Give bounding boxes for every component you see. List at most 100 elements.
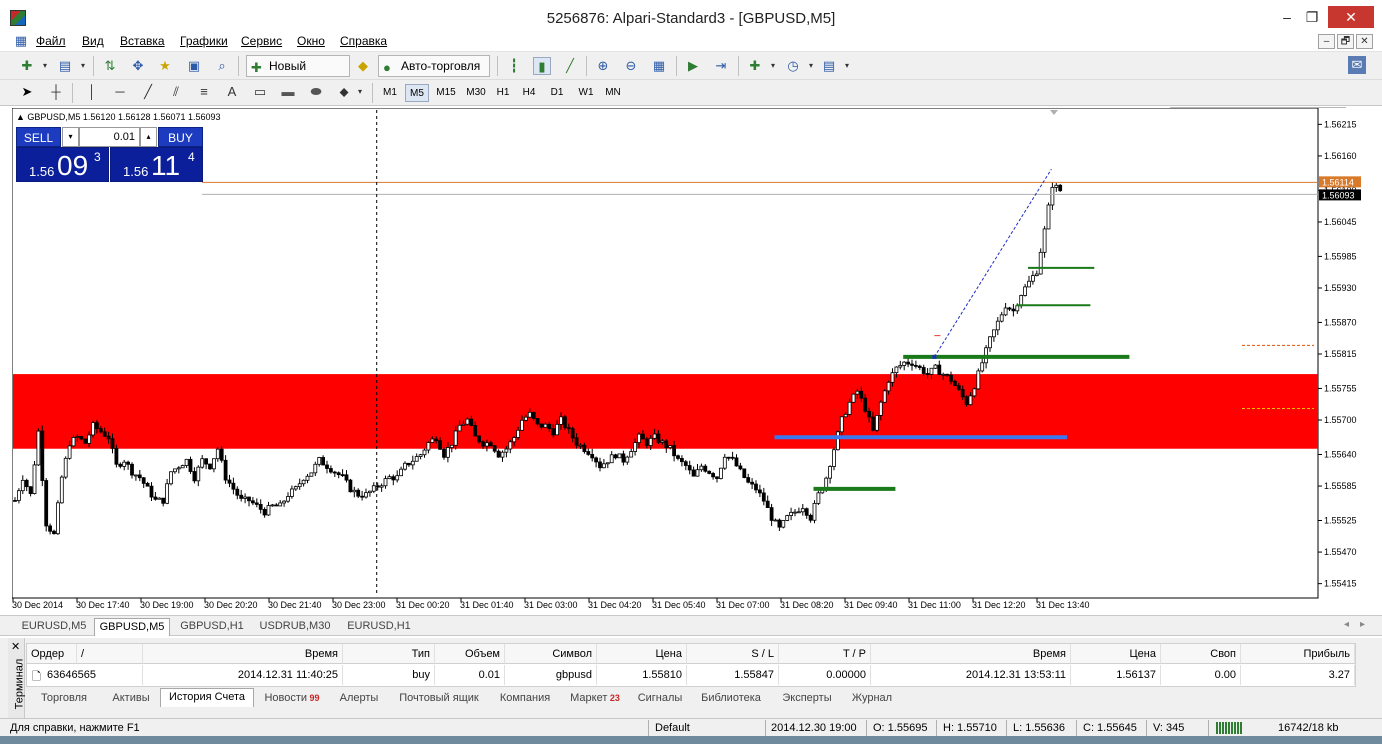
- terminal-tab[interactable]: Компания: [490, 690, 560, 709]
- col-sl[interactable]: S / L: [687, 644, 779, 664]
- status-profile[interactable]: Default: [655, 721, 690, 735]
- terminal-tab[interactable]: Маркет 23: [560, 690, 630, 709]
- timeframe-h4[interactable]: H4: [518, 84, 540, 102]
- chart-tab-eurusd-h1[interactable]: EURUSD,H1: [342, 618, 416, 636]
- menu-help[interactable]: Справка: [340, 34, 387, 48]
- terminal-tab[interactable]: Торговля: [26, 690, 102, 709]
- timeframe-w1[interactable]: W1: [574, 84, 598, 102]
- menu-charts[interactable]: Графики: [180, 34, 228, 48]
- indicators-dropdown-icon[interactable]: ▾: [764, 57, 782, 75]
- col-open-price[interactable]: Цена: [597, 644, 687, 664]
- periods-icon[interactable]: ◷: [784, 57, 802, 75]
- new-chart-dropdown-icon[interactable]: ▾: [36, 57, 54, 75]
- timeframe-m15[interactable]: M15: [432, 84, 460, 102]
- col-sort[interactable]: /: [77, 644, 143, 664]
- terminal-tab[interactable]: Почтовый ящик: [388, 690, 490, 709]
- chart-shift-icon[interactable]: ⇥: [712, 57, 730, 75]
- new-chart-icon[interactable]: ✚: [18, 57, 36, 75]
- tile-windows-icon[interactable]: ▦: [650, 57, 668, 75]
- terminal-tab[interactable]: Эксперты: [772, 690, 842, 709]
- sell-price[interactable]: 1.56 09 3: [16, 147, 109, 182]
- navigator-icon[interactable]: ★: [156, 57, 174, 75]
- menu-window[interactable]: Окно: [297, 34, 325, 48]
- buy-button[interactable]: BUY: [158, 127, 203, 147]
- mdi-close-button[interactable]: ✕: [1356, 34, 1373, 49]
- indicators-icon[interactable]: ✚: [746, 57, 764, 75]
- strategy-tester-icon[interactable]: ⌕: [213, 57, 231, 75]
- terminal-close-icon[interactable]: ✕: [11, 640, 20, 653]
- templates-dropdown-icon[interactable]: ▾: [838, 57, 856, 75]
- terminal-tab[interactable]: Журнал: [842, 690, 902, 709]
- fibonacci-icon[interactable]: ≡: [195, 83, 213, 101]
- rectangle-icon[interactable]: ▬: [279, 83, 297, 101]
- chart-tab-usdrub-m30[interactable]: USDRUB,M30: [254, 618, 336, 636]
- tab-scroll-right-icon[interactable]: ▸: [1360, 619, 1365, 630]
- templates-icon[interactable]: ▤: [820, 57, 838, 75]
- col-type[interactable]: Тип: [343, 644, 435, 664]
- profiles-dropdown-icon[interactable]: ▾: [74, 57, 92, 75]
- text-tool-icon[interactable]: A: [223, 83, 241, 101]
- timeframe-m30[interactable]: M30: [462, 84, 490, 102]
- terminal-tab[interactable]: Новости 99: [254, 690, 330, 709]
- menu-insert[interactable]: Вставка: [120, 34, 165, 48]
- restore-button[interactable]: ❐: [1300, 6, 1324, 28]
- periods-dropdown-icon[interactable]: ▾: [802, 57, 820, 75]
- trendline-icon[interactable]: ╱: [139, 83, 157, 101]
- mdi-minimize-button[interactable]: –: [1318, 34, 1335, 49]
- col-tp[interactable]: T / P: [779, 644, 871, 664]
- new-order-button[interactable]: ✚ Новый Ордер: [246, 55, 350, 93]
- document-icon[interactable]: ▦: [12, 32, 30, 50]
- cursor-icon[interactable]: ➤: [18, 83, 36, 101]
- chart-tab-gbpusd-h1[interactable]: GBPUSD,H1: [175, 618, 249, 636]
- connection-status-icon[interactable]: [1216, 722, 1242, 734]
- timeframe-h1[interactable]: H1: [492, 84, 514, 102]
- terminal-tab[interactable]: Активы: [102, 690, 160, 709]
- col-open-time[interactable]: Время: [143, 644, 343, 664]
- candlestick-chart-icon[interactable]: ▮: [533, 57, 551, 75]
- terminal-icon[interactable]: ▣: [185, 57, 203, 75]
- auto-scroll-icon[interactable]: ▶: [684, 57, 702, 75]
- col-close-price[interactable]: Цена: [1071, 644, 1161, 664]
- terminal-tab[interactable]: Библиотека: [690, 690, 772, 709]
- row-order[interactable]: 63646565: [27, 665, 143, 685]
- text-label-icon[interactable]: ▭: [251, 83, 269, 101]
- line-chart-icon[interactable]: ╱: [561, 57, 579, 75]
- col-symbol[interactable]: Символ: [505, 644, 597, 664]
- lot-input[interactable]: 0.01: [79, 127, 140, 147]
- zoom-out-icon[interactable]: ⊖: [622, 57, 640, 75]
- chart-tab-gbpusd-m5[interactable]: GBPUSD,M5: [94, 618, 170, 636]
- data-window-icon[interactable]: ✥: [129, 57, 147, 75]
- terminal-tab[interactable]: История Счета: [160, 688, 254, 707]
- menu-view[interactable]: Вид: [82, 34, 104, 48]
- timeframe-m5[interactable]: M5: [405, 84, 429, 102]
- menu-service[interactable]: Сервис: [241, 34, 282, 48]
- close-button[interactable]: ✕: [1328, 6, 1374, 28]
- vertical-line-icon[interactable]: │: [83, 83, 101, 101]
- autotrading-button[interactable]: ● Авто-торговля: [378, 55, 490, 77]
- col-swap[interactable]: Своп: [1161, 644, 1241, 664]
- menu-file[interactable]: Файл: [36, 34, 66, 48]
- zoom-in-icon[interactable]: ⊕: [594, 57, 612, 75]
- crosshair-icon[interactable]: ┼: [47, 83, 65, 101]
- market-watch-icon[interactable]: ⇅: [101, 57, 119, 75]
- chart-canvas[interactable]: ▲ GBPUSD,M5 1.56120 1.56128 1.56071 1.56…: [12, 108, 1374, 614]
- timeframe-d1[interactable]: D1: [546, 84, 568, 102]
- horizontal-line-icon[interactable]: ─: [111, 83, 129, 101]
- mdi-restore-button[interactable]: 🗗: [1337, 34, 1354, 49]
- metaeditor-icon[interactable]: ◆: [354, 57, 372, 75]
- minimize-button[interactable]: –: [1276, 6, 1298, 28]
- lot-down-icon[interactable]: ▾: [62, 127, 79, 147]
- col-order[interactable]: Ордер: [27, 644, 77, 664]
- timeframe-mn[interactable]: MN: [601, 84, 625, 102]
- lot-up-icon[interactable]: ▴: [140, 127, 157, 147]
- timeframe-m1[interactable]: M1: [378, 84, 402, 102]
- sell-button[interactable]: SELL: [16, 127, 61, 147]
- tab-scroll-left-icon[interactable]: ◂: [1344, 619, 1349, 630]
- mailbox-icon[interactable]: ✉: [1348, 56, 1366, 74]
- channel-icon[interactable]: ⫽: [167, 83, 185, 101]
- buy-price[interactable]: 1.56 11 4: [110, 147, 203, 182]
- col-volume[interactable]: Объем: [435, 644, 505, 664]
- bar-chart-icon[interactable]: ┇: [505, 57, 523, 75]
- chart-window[interactable]: ▲ GBPUSD,M5 1.56120 1.56128 1.56071 1.56…: [12, 108, 1374, 614]
- terminal-tab[interactable]: Сигналы: [630, 690, 690, 709]
